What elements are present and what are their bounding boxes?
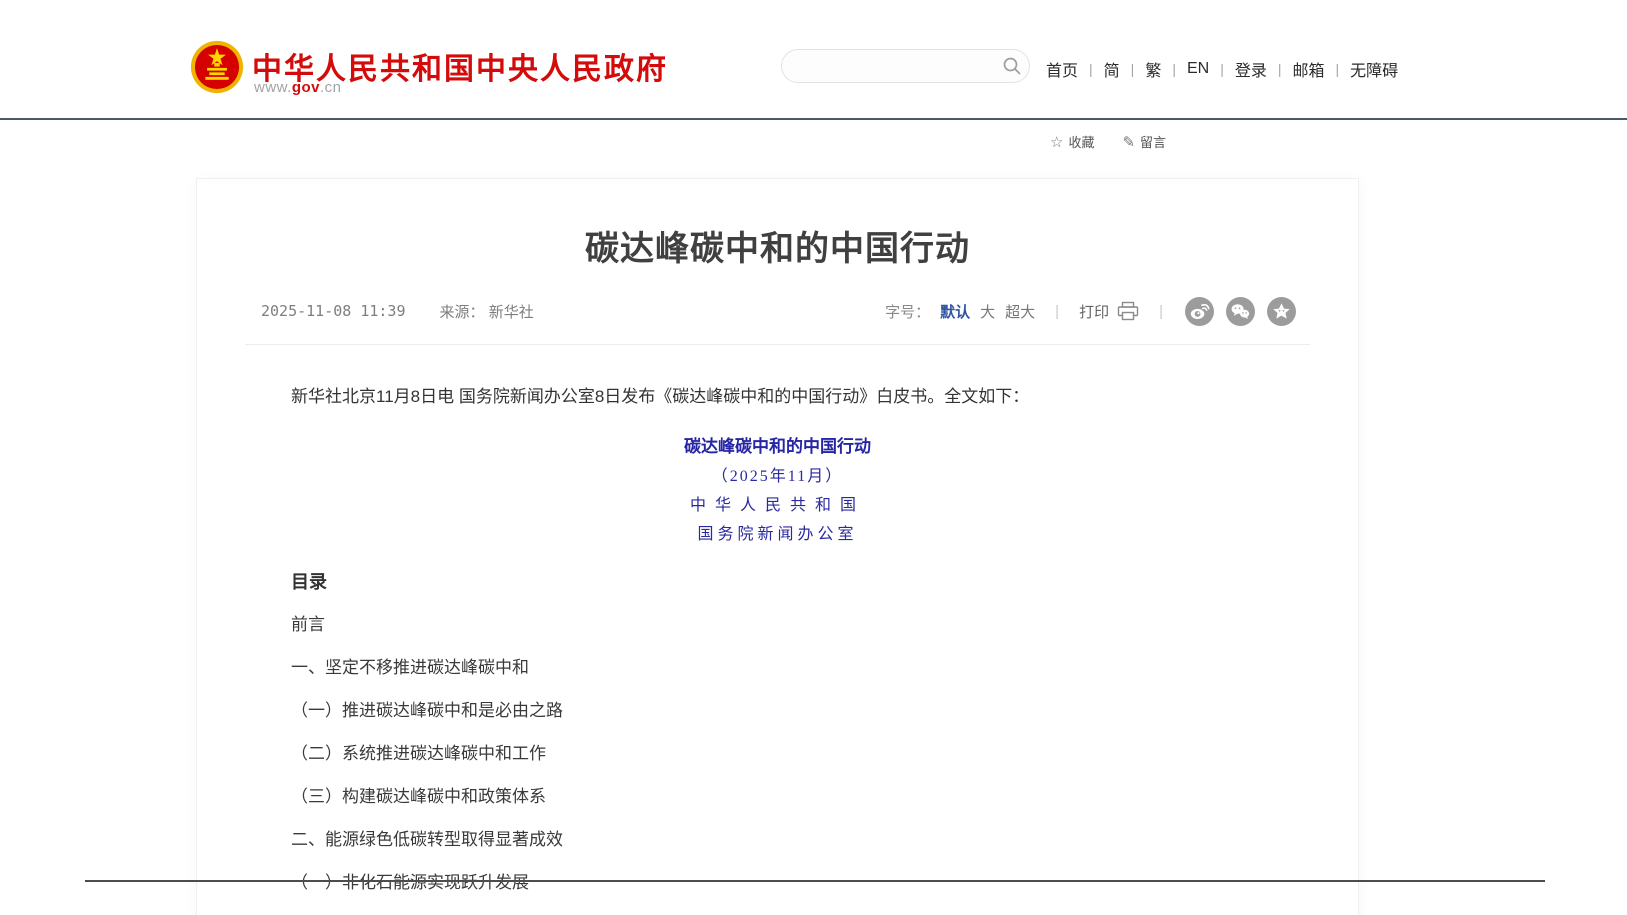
document-author-line2: 国务院新闻办公室: [291, 525, 1264, 545]
comment-button[interactable]: ✎ 留言: [1122, 132, 1166, 151]
meta-separator: |: [1159, 303, 1163, 320]
star-share-icon[interactable]: [1267, 297, 1296, 326]
document-author-line1: 中华人民共和国: [291, 496, 1264, 516]
fontsize-default[interactable]: 默认: [940, 301, 970, 322]
document-date: （2025年11月）: [291, 467, 1264, 487]
site-url-highlight: gov: [292, 79, 320, 96]
nav-simplified[interactable]: 简: [1104, 57, 1120, 81]
nav-separator: |: [1172, 61, 1176, 77]
nav-accessibility[interactable]: 无障碍: [1350, 57, 1398, 81]
pen-icon: ✎: [1122, 133, 1135, 151]
nav-separator: |: [1220, 61, 1224, 77]
fontsize-xlarge[interactable]: 超大: [1005, 301, 1035, 322]
nav-separator: |: [1089, 61, 1093, 77]
window-bottom-border: [85, 880, 1545, 882]
site-url[interactable]: www.gov.cn: [254, 79, 342, 96]
toc-item-section1-3: （三）构建碳达峰碳中和政策体系: [291, 785, 1264, 809]
publish-date: 2025-11-08 11:39: [261, 302, 406, 320]
print-button[interactable]: 打印: [1079, 301, 1139, 322]
article-title: 碳达峰碳中和的中国行动: [197, 221, 1358, 270]
fontsize-large[interactable]: 大: [980, 301, 995, 322]
meta-divider-line: [245, 344, 1310, 345]
star-outline-icon: ☆: [1050, 133, 1063, 151]
source-name: 新华社: [489, 304, 534, 321]
search-button[interactable]: [995, 49, 1029, 83]
page: 中华人民共和国中央人民政府 www.gov.cn 首页| 简| 繁| EN| 登…: [0, 0, 1627, 915]
nav-mail[interactable]: 邮箱: [1293, 57, 1325, 81]
nav-english[interactable]: EN: [1187, 60, 1209, 78]
site-url-suffix: .cn: [320, 79, 342, 96]
printer-icon: [1117, 301, 1139, 321]
page-actions: ☆ 收藏 ✎ 留言: [1050, 132, 1166, 151]
toc-item-section1-1: （一）推进碳达峰碳中和是必由之路: [291, 699, 1264, 723]
site-url-prefix: www.: [254, 79, 292, 96]
header-divider-line: [0, 118, 1627, 120]
weibo-share-icon[interactable]: [1185, 297, 1214, 326]
favorite-button[interactable]: ☆ 收藏: [1050, 132, 1094, 151]
nav-home[interactable]: 首页: [1046, 57, 1078, 81]
nav-login[interactable]: 登录: [1235, 57, 1267, 81]
nav-separator: |: [1278, 61, 1282, 77]
share-group: [1185, 297, 1296, 326]
fontsize-group: 字号： 默认 大 超大: [885, 301, 1035, 322]
wechat-share-icon[interactable]: [1226, 297, 1255, 326]
document-body: 新华社北京11月8日电 国务院新闻办公室8日发布《碳达峰碳中和的中国行动》白皮书…: [197, 386, 1358, 895]
toc-item-section2: 二、能源绿色低碳转型取得显著成效: [291, 828, 1264, 852]
search-input[interactable]: [782, 58, 995, 74]
national-emblem-logo[interactable]: [190, 40, 244, 94]
top-nav: 首页 | 简 | 繁 | EN | 登录 | 邮箱 | 无障碍: [1046, 57, 1398, 81]
fontsize-label: 字号：: [885, 301, 930, 322]
lead-paragraph: 新华社北京11月8日电 国务院新闻办公室8日发布《碳达峰碳中和的中国行动》白皮书…: [291, 386, 1264, 408]
nav-separator: |: [1131, 61, 1135, 77]
source: 来源： 新华社: [440, 301, 534, 322]
document-title: 碳达峰碳中和的中国行动: [291, 436, 1264, 458]
favorite-label: 收藏: [1068, 132, 1094, 151]
nav-traditional[interactable]: 繁: [1145, 57, 1161, 81]
toc-item-section1-2: （二）系统推进碳达峰碳中和工作: [291, 742, 1264, 766]
nav-separator: |: [1336, 61, 1340, 77]
article-card: 碳达峰碳中和的中国行动 2025-11-08 11:39 来源： 新华社 字号：…: [196, 178, 1359, 915]
print-label: 打印: [1079, 301, 1109, 322]
search-icon: [1002, 56, 1022, 76]
article-meta-row: 2025-11-08 11:39 来源： 新华社 字号： 默认 大 超大 | 打…: [261, 297, 1296, 325]
meta-separator: |: [1055, 303, 1059, 320]
site-header: 中华人民共和国中央人民政府 www.gov.cn 首页| 简| 繁| EN| 登…: [0, 0, 1627, 118]
toc-heading: 目录: [291, 570, 1264, 594]
search-box: [781, 49, 1030, 83]
toc-item-preface: 前言: [291, 613, 1264, 637]
toc-item-section1: 一、坚定不移推进碳达峰碳中和: [291, 656, 1264, 680]
toc-item-section2-1: （一）非化石能源实现跃升发展: [291, 871, 1264, 895]
comment-label: 留言: [1140, 132, 1166, 151]
